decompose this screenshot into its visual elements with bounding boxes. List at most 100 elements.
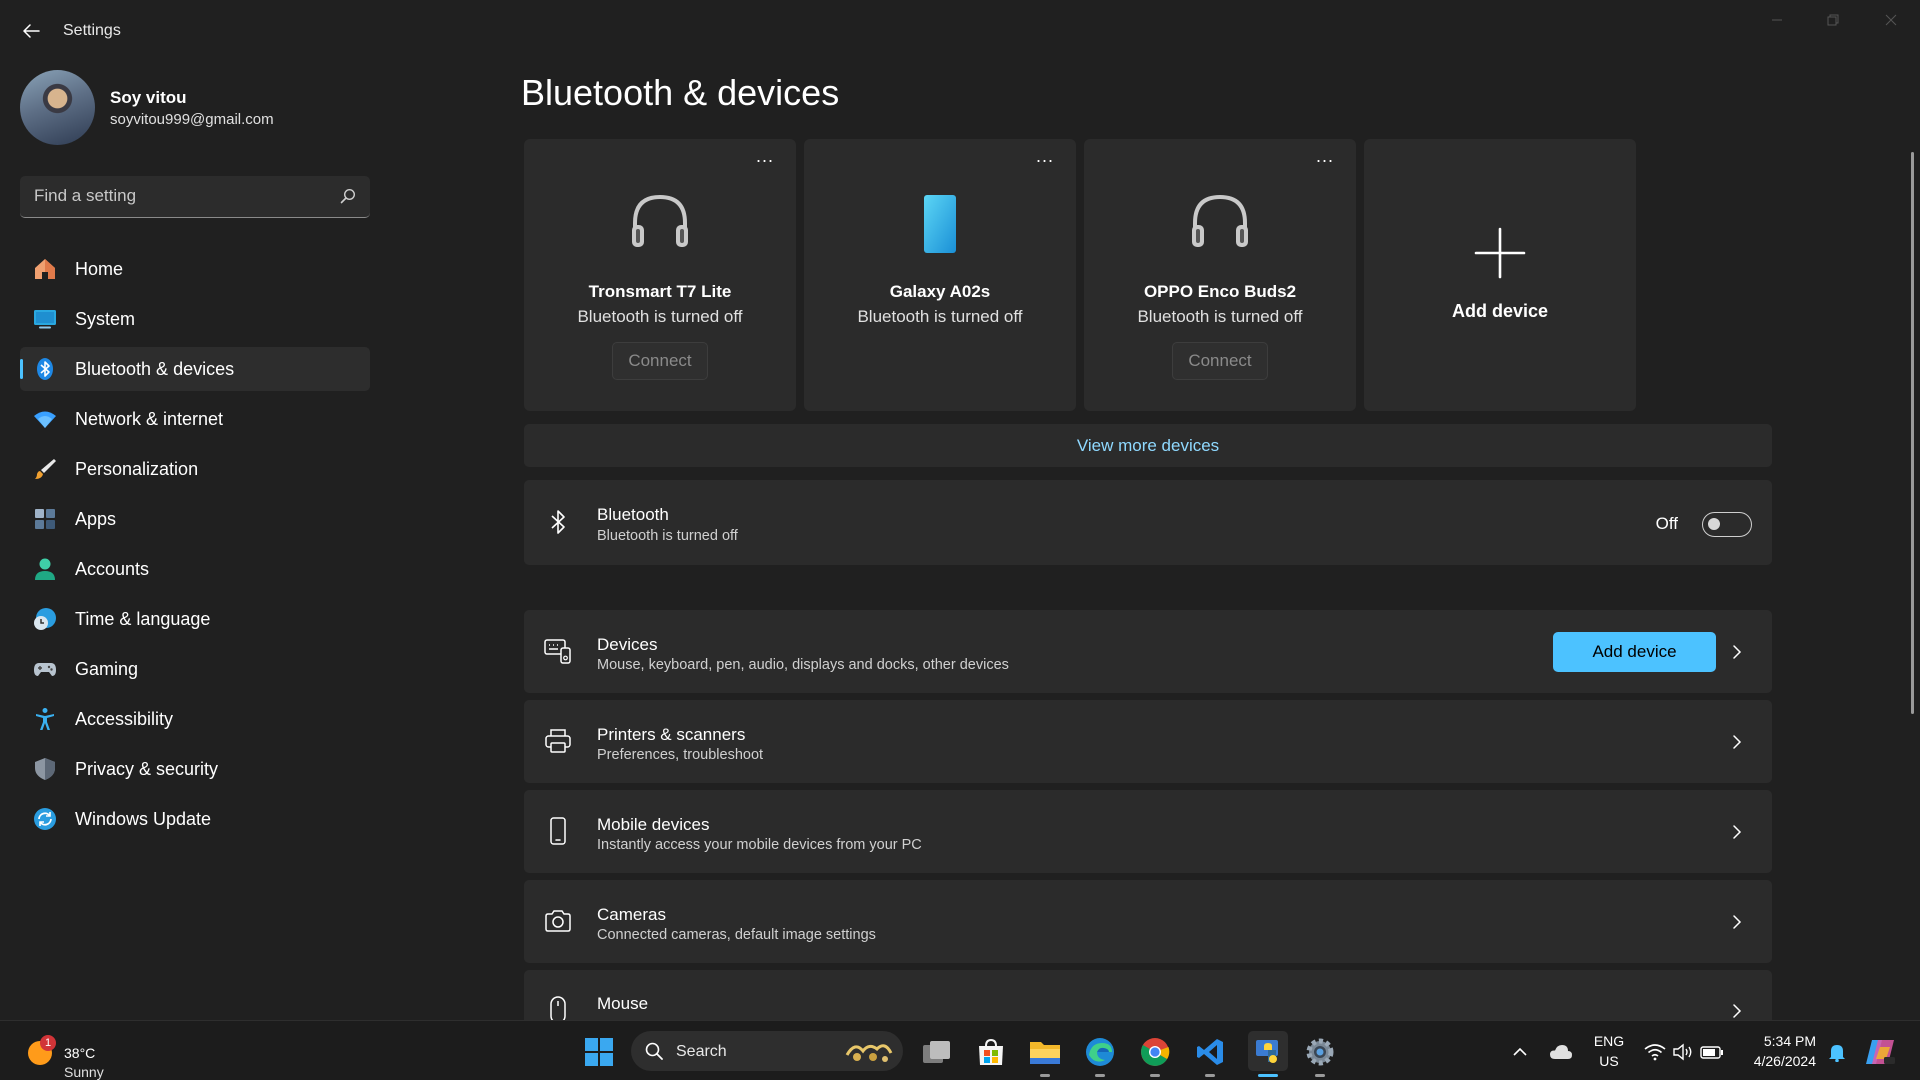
chrome-browser-button[interactable] <box>1138 1035 1172 1069</box>
sidebar-item-label: Apps <box>75 508 117 529</box>
edge-browser-button[interactable] <box>1083 1035 1117 1069</box>
clock-time[interactable]: 5:34 PM <box>1740 1033 1816 1049</box>
python-icon <box>1256 1040 1278 1063</box>
add-device-button[interactable]: Add device <box>1553 632 1716 672</box>
bluetooth-toggle-label: Off <box>1655 514 1678 533</box>
cameras-row[interactable]: Cameras Connected cameras, default image… <box>524 880 1772 963</box>
vscode-button[interactable] <box>1193 1035 1227 1069</box>
bell-icon <box>1829 1045 1845 1062</box>
sidebar-item-privacy-security[interactable]: Privacy & security <box>20 747 370 791</box>
taskbar-search[interactable]: Search <box>631 1031 903 1071</box>
sidebar-item-label: Time & language <box>75 608 211 629</box>
file-explorer-button[interactable] <box>1028 1035 1062 1069</box>
search-highlight-icon <box>845 1044 893 1062</box>
device-name: Tronsmart T7 Lite <box>588 282 732 301</box>
device-card-galaxy-a02s[interactable]: ... Galaxy A02s Bluetooth is turned off <box>804 139 1076 411</box>
mouse-row[interactable]: Mouse <box>524 970 1772 1024</box>
view-more-devices-button[interactable]: View more devices <box>524 424 1772 467</box>
add-device-card[interactable]: Add device <box>1364 139 1636 411</box>
sidebar-item-personalization[interactable]: Personalization <box>20 447 370 491</box>
chevron-right-icon <box>1730 823 1744 841</box>
add-device-card-label: Add device <box>1451 301 1549 321</box>
copilot-button[interactable] <box>1863 1035 1897 1069</box>
more-options-button[interactable]: ... <box>1310 147 1340 169</box>
devices-row[interactable]: Devices Mouse, keyboard, pen, audio, dis… <box>524 610 1772 693</box>
weather-widget[interactable]: 1 38°C Sunny <box>24 1033 144 1080</box>
settings-search-box[interactable] <box>20 176 370 218</box>
chevron-right-icon <box>1730 1002 1744 1020</box>
settings-app-button[interactable] <box>1303 1035 1337 1069</box>
bluetooth-symbol-icon <box>544 508 572 536</box>
device-card-oppo-enco-buds2[interactable]: ... OPPO Enco Buds2 Bluetooth is turned … <box>1084 139 1356 411</box>
clock-date[interactable]: 4/26/2024 <box>1740 1053 1816 1069</box>
sidebar-item-label: Privacy & security <box>75 758 219 779</box>
taskbar-search-label: Search <box>676 1043 727 1060</box>
minimize-button[interactable] <box>1757 8 1797 32</box>
sidebar-item-home[interactable]: Home <box>20 247 370 291</box>
search-icon <box>645 1042 663 1060</box>
quick-settings-button[interactable] <box>1639 1035 1729 1069</box>
content-scrollbar[interactable] <box>1911 152 1914 714</box>
device-status: Bluetooth is turned off <box>857 307 1023 326</box>
sidebar-item-windows-update[interactable]: Windows Update <box>20 797 370 841</box>
task-view-icon <box>923 1041 950 1063</box>
connect-button[interactable]: Connect <box>612 342 708 380</box>
device-status: Bluetooth is turned off <box>577 307 743 326</box>
toggle-knob <box>1708 518 1720 530</box>
settings-search-input[interactable] <box>20 176 320 216</box>
sidebar-item-label: Windows Update <box>75 808 212 829</box>
device-name: OPPO Enco Buds2 <box>1143 282 1297 301</box>
sidebar-item-system[interactable]: System <box>20 297 370 341</box>
vscode-icon <box>1197 1039 1223 1065</box>
more-options-button[interactable]: ... <box>1030 147 1060 169</box>
close-button[interactable] <box>1871 8 1911 32</box>
sidebar-item-gaming[interactable]: Gaming <box>20 647 370 691</box>
sidebar-item-network-internet[interactable]: Network & internet <box>20 397 370 441</box>
search-icon[interactable] <box>340 188 356 204</box>
sidebar-item-time-language[interactable]: Time & language <box>20 597 370 641</box>
sidebar-item-accessibility[interactable]: Accessibility <box>20 697 370 741</box>
show-hidden-icons-button[interactable] <box>1503 1035 1537 1069</box>
onedrive-button[interactable] <box>1544 1035 1578 1069</box>
back-button[interactable] <box>20 20 42 42</box>
wifi-status-icon <box>1644 1044 1666 1061</box>
running-indicator <box>1095 1074 1105 1077</box>
sidebar-item-label: Gaming <box>75 658 139 679</box>
camera-icon <box>544 907 572 935</box>
printers-scanners-title: Printers & scanners <box>597 725 746 744</box>
more-options-button[interactable]: ... <box>750 147 780 169</box>
copilot-icon <box>1866 1040 1895 1064</box>
sidebar-item-bluetooth-devices[interactable]: Bluetooth & devices <box>20 347 370 391</box>
running-indicator <box>1205 1074 1215 1077</box>
cameras-subtitle: Connected cameras, default image setting… <box>597 927 876 943</box>
mobile-devices-row[interactable]: Mobile devices Instantly access your mob… <box>524 790 1772 873</box>
store-app-button[interactable] <box>974 1035 1008 1069</box>
notifications-button[interactable] <box>1820 1035 1854 1069</box>
restore-button[interactable] <box>1813 8 1853 32</box>
start-button[interactable] <box>582 1035 616 1069</box>
active-app-indicator <box>1258 1074 1278 1077</box>
clock-globe-icon <box>33 607 57 631</box>
sidebar-item-label: System <box>75 308 136 329</box>
task-view-button[interactable] <box>920 1035 954 1069</box>
python-app-button[interactable] <box>1248 1031 1288 1071</box>
bluetooth-title: Bluetooth <box>597 505 669 524</box>
edge-icon <box>1086 1038 1114 1066</box>
home-icon <box>33 257 57 281</box>
language-indicator-line2[interactable]: US <box>1590 1053 1628 1069</box>
sidebar-item-apps[interactable]: Apps <box>20 497 370 541</box>
sidebar-item-label: Network & internet <box>75 408 224 429</box>
connect-button[interactable]: Connect <box>1172 342 1268 380</box>
weather-condition: Sunny <box>64 1064 104 1080</box>
title-bar: Settings <box>0 0 1920 60</box>
bluetooth-icon <box>33 357 57 381</box>
device-card-tronsmart-t7-lite[interactable]: ... Tronsmart T7 Lite Bluetooth is turne… <box>524 139 796 411</box>
sidebar-item-accounts[interactable]: Accounts <box>20 547 370 591</box>
bluetooth-toggle[interactable] <box>1702 512 1752 537</box>
printers-scanners-row[interactable]: Printers & scanners Preferences, trouble… <box>524 700 1772 783</box>
brush-icon <box>33 457 57 481</box>
profile-email: soyvitou999@gmail.com <box>110 111 274 128</box>
minimize-icon <box>1772 19 1782 21</box>
phone-icon <box>804 189 1076 255</box>
language-indicator-line1[interactable]: ENG <box>1590 1033 1628 1049</box>
